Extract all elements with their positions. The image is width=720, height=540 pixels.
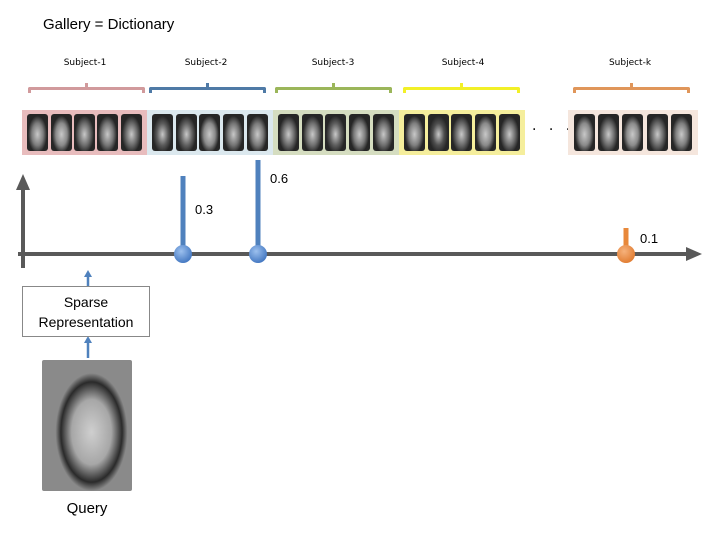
subject-k-faces: [568, 110, 698, 155]
sparse-coefficient-plot: [16, 160, 702, 268]
query-face-image: [42, 360, 132, 491]
coefficient-marker: [174, 245, 192, 263]
subject-bracket: [403, 83, 520, 93]
face-thumbnail: [404, 114, 426, 151]
x-axis-arrowhead: [686, 247, 702, 261]
face-thumbnail: [223, 114, 245, 151]
face-thumbnail: [27, 114, 49, 151]
face-thumbnail: [498, 114, 520, 151]
subject-label: Subject-3: [311, 58, 355, 68]
bracket-tick: [206, 83, 209, 88]
face-thumbnail: [671, 114, 693, 151]
face-thumbnail: [50, 114, 72, 151]
face-thumbnail: [622, 114, 644, 151]
bracket-tick: [460, 83, 463, 88]
bracket-tick: [85, 83, 88, 88]
face-thumbnail: [175, 114, 197, 151]
face-thumbnail: [246, 114, 268, 151]
arrow-up-icon: [84, 270, 92, 277]
coefficient-marker: [249, 245, 267, 263]
subject-1-faces: [22, 110, 147, 155]
face-thumbnail: [73, 114, 95, 151]
face-thumbnail: [372, 114, 394, 151]
subject-label: Subject-4: [441, 58, 485, 68]
face-thumbnail: [120, 114, 142, 151]
sparse-box-line1: Sparse: [63, 294, 109, 310]
face-thumbnail: [646, 114, 668, 151]
coefficient-label: 0.3: [195, 202, 214, 217]
coefficient-marker: [617, 245, 635, 263]
face-thumbnail: [278, 114, 300, 151]
face-thumbnail: [325, 114, 347, 151]
face-thumbnail: [349, 114, 371, 151]
face-thumbnail: [598, 114, 620, 151]
subject-2-faces: [147, 110, 273, 155]
subject-4-faces: [399, 110, 525, 155]
sparse-representation-box: Sparse Representation: [22, 286, 150, 337]
face-thumbnail: [427, 114, 449, 151]
subject-3-faces: [273, 110, 399, 155]
coefficient-label: 0.1: [640, 231, 659, 246]
sparse-box-line2: Representation: [38, 314, 134, 330]
face-thumbnail: [199, 114, 221, 151]
face-thumbnail: [573, 114, 595, 151]
bracket-tick: [630, 83, 633, 88]
subject-bracket: [275, 83, 392, 93]
arrow-up-icon: [84, 336, 92, 343]
face-thumbnail: [301, 114, 323, 151]
subject-bracket: [149, 83, 266, 93]
diagram-title: Gallery = Dictionary: [43, 16, 175, 33]
face-thumbnail: [152, 114, 174, 151]
query-label: Query: [66, 500, 108, 517]
face-thumbnail: [475, 114, 497, 151]
subject-label: Subject-2: [184, 58, 228, 68]
bracket-tick: [332, 83, 335, 88]
y-axis-arrowhead: [16, 174, 30, 190]
subject-label: Subject-1: [63, 58, 107, 68]
subject-bracket: [573, 83, 690, 93]
subject-label: Subject-k: [608, 58, 652, 68]
face-thumbnail: [451, 114, 473, 151]
subject-bracket: [28, 83, 145, 93]
coefficient-label: 0.6: [270, 171, 289, 186]
face-thumbnail: [97, 114, 119, 151]
